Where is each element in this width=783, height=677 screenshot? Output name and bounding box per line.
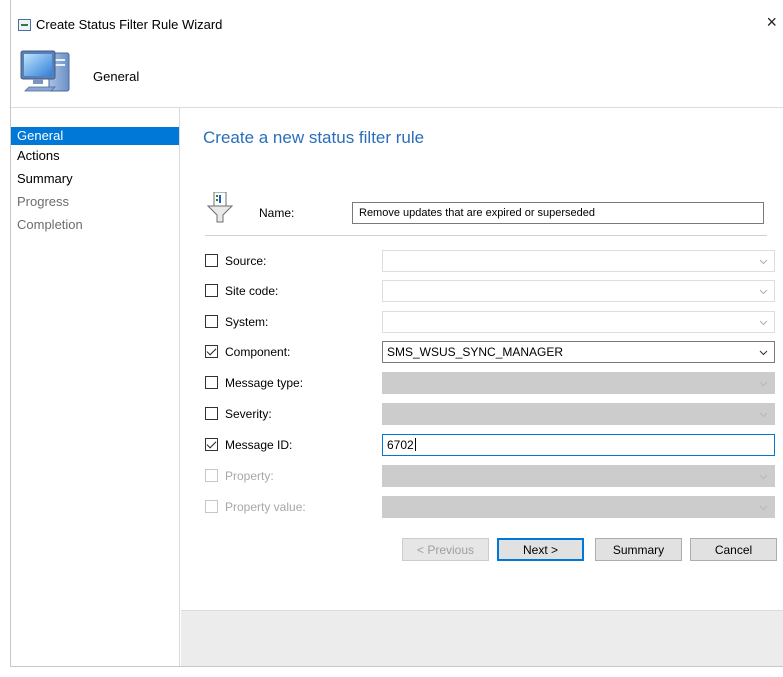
severity-dropdown[interactable] (382, 403, 775, 425)
chevron-down-icon (759, 318, 768, 327)
chevron-down-icon (759, 287, 768, 296)
severity-label: Severity: (225, 407, 272, 421)
previous-button: < Previous (402, 538, 489, 561)
site-code-checkbox[interactable] (205, 284, 218, 297)
close-icon[interactable]: × (766, 12, 777, 33)
message-type-checkbox[interactable] (205, 376, 218, 389)
cancel-button[interactable]: Cancel (690, 538, 777, 561)
button-bar (181, 610, 783, 666)
name-field[interactable] (352, 202, 764, 224)
site-code-dropdown[interactable] (382, 280, 775, 302)
page-title: Create a new status filter rule (203, 128, 425, 147)
form-divider (205, 235, 767, 236)
chevron-down-icon (759, 503, 768, 512)
summary-button[interactable]: Summary (595, 538, 682, 561)
wizard-nav: General Actions Summary Progress Complet… (11, 108, 180, 666)
filter-icon (207, 192, 233, 223)
wizard-window: Create Status Filter Rule Wizard × Gener… (10, 0, 783, 667)
criteria-row-system: System: (205, 311, 780, 335)
message-id-label: Message ID: (225, 438, 293, 452)
component-dropdown[interactable]: SMS_WSUS_SYNC_MANAGER (382, 341, 775, 363)
criteria-row-site-code: Site code: (205, 280, 780, 304)
chevron-down-icon (759, 257, 768, 266)
nav-item-general[interactable]: General (11, 127, 179, 145)
property-checkbox (205, 469, 218, 482)
criteria-row-severity: Severity: (205, 403, 780, 427)
nav-item-progress: Progress (17, 194, 70, 209)
text-caret (414, 438, 416, 451)
system-label: System: (225, 315, 269, 329)
wizard-app-icon (18, 19, 31, 31)
property-label: Property: (225, 469, 274, 483)
criteria-row-message-type: Message type: (205, 372, 780, 396)
component-label: Component: (225, 345, 291, 359)
nav-item-summary[interactable]: Summary (11, 170, 179, 188)
system-checkbox[interactable] (205, 315, 218, 328)
component-value: SMS_WSUS_SYNC_MANAGER (387, 345, 564, 359)
message-id-text: 6702 (387, 438, 414, 452)
criteria-row-message-id: Message ID: 6702 (205, 434, 780, 458)
severity-checkbox[interactable] (205, 407, 218, 420)
nav-item-actions[interactable]: Actions (11, 147, 179, 165)
property-value-checkbox (205, 500, 218, 513)
property-value-dropdown (382, 496, 775, 518)
property-dropdown (382, 465, 775, 487)
title-bar: Create Status Filter Rule Wizard × (11, 0, 783, 37)
source-checkbox[interactable] (205, 254, 218, 267)
source-dropdown[interactable] (382, 250, 775, 272)
next-button[interactable]: Next > (497, 538, 584, 561)
message-id-checkbox[interactable] (205, 438, 218, 451)
chevron-down-icon (759, 410, 768, 419)
criteria-row-property: Property: (205, 465, 780, 489)
nav-item-completion: Completion (17, 217, 83, 232)
criteria-row-property-value: Property value: (205, 496, 780, 520)
computer-icon (20, 50, 70, 92)
chevron-down-icon (759, 472, 768, 481)
wizard-header: General (11, 37, 783, 107)
system-dropdown[interactable] (382, 311, 775, 333)
message-id-input[interactable]: 6702 (382, 434, 775, 456)
source-label: Source: (225, 254, 267, 268)
message-type-dropdown[interactable] (382, 372, 775, 394)
component-checkbox[interactable] (205, 345, 218, 358)
message-type-label: Message type: (225, 376, 304, 390)
site-code-label: Site code: (225, 284, 279, 298)
header-title: General (93, 69, 140, 84)
wizard-content: Create a new status filter rule Name: So… (181, 108, 783, 666)
message-id-value: 6702 (387, 438, 416, 452)
criteria-row-component: Component: SMS_WSUS_SYNC_MANAGER (205, 341, 780, 365)
window-title: Create Status Filter Rule Wizard (36, 17, 223, 32)
chevron-down-icon (759, 348, 768, 357)
chevron-down-icon (759, 379, 768, 388)
property-value-label: Property value: (225, 500, 306, 514)
criteria-row-source: Source: (205, 250, 780, 274)
name-label: Name: (259, 206, 295, 220)
